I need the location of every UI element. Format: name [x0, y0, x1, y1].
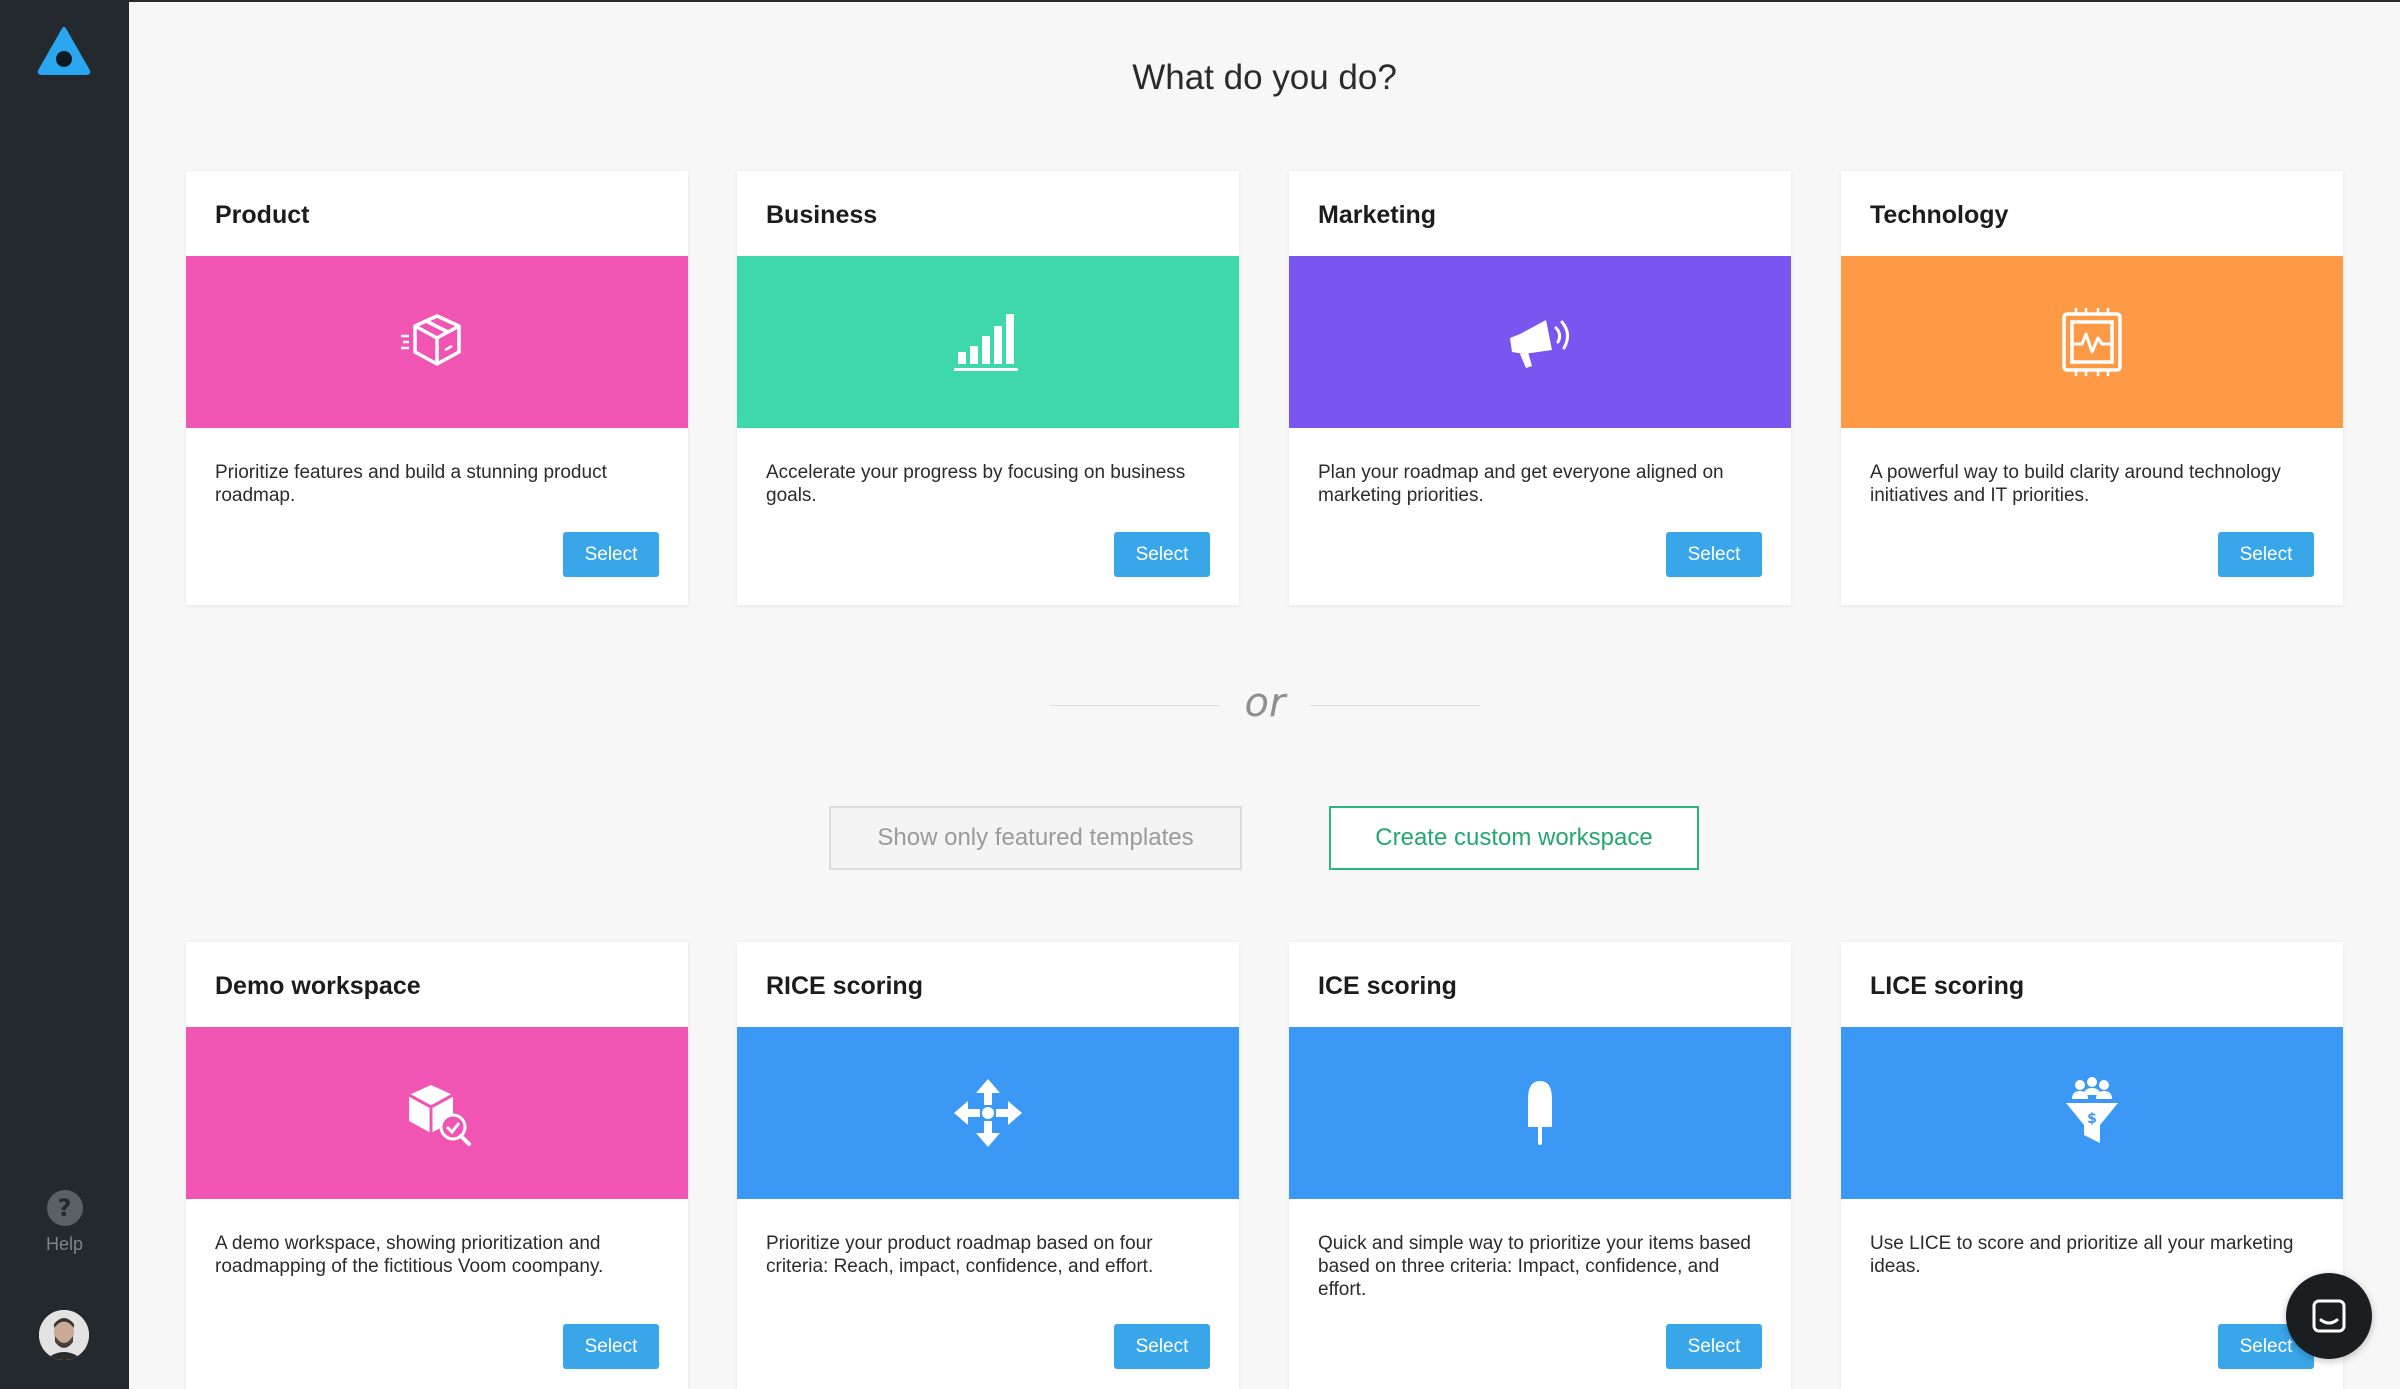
card-banner [1289, 256, 1791, 428]
select-button[interactable]: Select [2218, 532, 2314, 577]
select-button[interactable]: Select [1114, 1324, 1210, 1369]
select-button[interactable]: Select [563, 1324, 659, 1369]
card-title: ICE scoring [1318, 972, 1457, 1000]
card-description: A powerful way to build clarity around t… [1870, 462, 2281, 506]
funnel-money-icon: $ [2066, 1077, 2118, 1143]
card-lice-scoring: LICE scoring $ Use LICE to score and pri… [1841, 942, 2343, 1389]
or-divider: or [1050, 680, 1480, 730]
card-technology: Technology A powerful way to build clari… [1841, 171, 2343, 605]
package-icon [401, 314, 461, 366]
card-banner [737, 256, 1239, 428]
main-content: What do you do? Product Prioritize featu… [129, 0, 2400, 1389]
help-label: Help [45, 1234, 84, 1254]
card-title: RICE scoring [766, 972, 923, 1000]
card-description: Prioritize your product roadmap based on… [766, 1233, 1154, 1277]
card-title: Demo workspace [215, 972, 421, 1000]
card-banner [737, 1027, 1239, 1199]
select-button[interactable]: Select [1666, 1324, 1762, 1369]
app: ? Help What do you do? Product Prioritiz… [0, 0, 2400, 1389]
or-label: or [1244, 680, 1286, 726]
avatar[interactable] [39, 1310, 89, 1360]
card-description: Quick and simple way to prioritize your … [1318, 1233, 1751, 1300]
card-title: Marketing [1318, 201, 1437, 229]
chat-launcher-button[interactable] [2286, 1273, 2372, 1359]
show-featured-templates-button[interactable]: Show only featured templates [829, 806, 1242, 870]
user-avatar-icon [39, 1310, 89, 1360]
card-demo-workspace: Demo workspace A demo workspace, showing… [186, 942, 688, 1389]
card-title: Technology [1870, 201, 2009, 229]
card-banner [1289, 1027, 1791, 1199]
app-logo-icon[interactable] [37, 26, 91, 76]
card-title: LICE scoring [1870, 972, 2025, 1000]
megaphone-icon [1510, 320, 1569, 368]
card-description: Use LICE to score and prioritize all you… [1870, 1233, 2294, 1277]
sidebar: ? Help [0, 0, 129, 1389]
create-custom-workspace-button[interactable]: Create custom workspace [1329, 806, 1699, 870]
card-title: Product [215, 201, 310, 229]
card-banner: $ [1841, 1027, 2343, 1199]
card-ice-scoring: ICE scoring Quick and simple way to prio… [1289, 942, 1791, 1389]
move-arrows-icon [954, 1079, 1022, 1147]
select-button[interactable]: Select [1114, 532, 1210, 577]
card-business: Business Accelerate your progress by foc… [737, 171, 1239, 605]
ice-pop-icon [1528, 1080, 1552, 1145]
card-title: Business [766, 201, 878, 229]
card-product: Product Prioritize features and build a … [186, 171, 688, 605]
divider-line-right [1310, 705, 1480, 706]
card-description: A demo workspace, showing prioritization… [215, 1233, 604, 1277]
card-banner [186, 256, 688, 428]
card-marketing: Marketing Plan your roadmap and get ever… [1289, 171, 1791, 605]
bar-chart-icon [954, 314, 1018, 371]
card-banner [186, 1027, 688, 1199]
page-title: What do you do? [1132, 58, 1397, 97]
help-link[interactable]: ? Help [0, 1190, 129, 1255]
package-search-icon [408, 1085, 471, 1146]
cpu-chip-icon [2062, 308, 2122, 376]
select-button[interactable]: Select [563, 532, 659, 577]
chat-icon [2312, 1299, 2346, 1333]
card-description: Plan your roadmap and get everyone align… [1318, 462, 1724, 506]
card-banner [1841, 256, 2343, 428]
svg-text:$: $ [2087, 1111, 2097, 1127]
card-description: Accelerate your progress by focusing on … [766, 462, 1186, 506]
select-button[interactable]: Select [1666, 532, 1762, 577]
top-border [129, 0, 2400, 2]
card-description: Prioritize features and build a stunning… [215, 462, 607, 506]
card-rice-scoring: RICE scoring Prioritize your product roa… [737, 942, 1239, 1389]
help-icon: ? [46, 1190, 83, 1226]
